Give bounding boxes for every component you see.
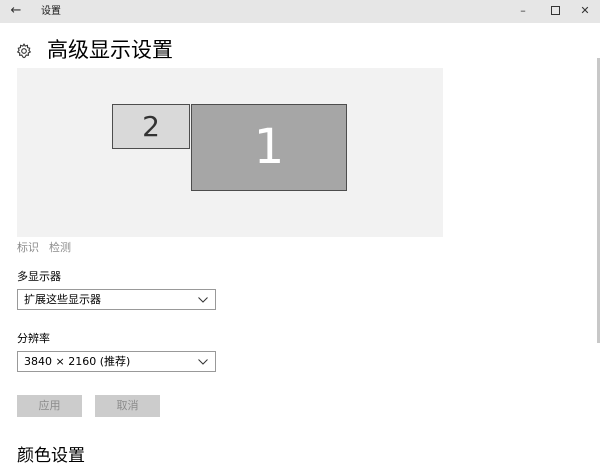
multi-display-value: 扩展这些显示器 <box>24 293 101 306</box>
back-arrow-icon[interactable]: ← <box>6 3 26 19</box>
color-settings-heading: 颜色设置 <box>17 446 85 466</box>
close-button[interactable]: ✕ <box>570 0 600 23</box>
identify-link[interactable]: 标识 <box>17 241 39 254</box>
display-actions: 标识 检测 <box>17 241 81 255</box>
detect-link[interactable]: 检测 <box>49 241 71 254</box>
apply-button[interactable]: 应用 <box>17 395 82 417</box>
cancel-button[interactable]: 取消 <box>95 395 160 417</box>
multi-display-label: 多显示器 <box>17 270 61 283</box>
monitor-2[interactable]: 2 <box>112 104 190 149</box>
window-title: 设置 <box>41 6 61 17</box>
minimize-button[interactable]: – <box>508 0 538 23</box>
title-bar: ← 设置 – ✕ <box>0 0 600 23</box>
monitor-1[interactable]: 1 <box>191 104 347 191</box>
resolution-select[interactable]: 3840 × 2160 (推荐) <box>17 351 216 372</box>
maximize-button[interactable] <box>540 0 570 23</box>
maximize-icon <box>550 5 560 15</box>
page-title: 高级显示设置 <box>47 38 173 62</box>
resolution-label: 分辨率 <box>17 332 50 345</box>
chevron-down-icon <box>198 359 208 365</box>
gear-icon <box>16 43 32 59</box>
resolution-value: 3840 × 2160 (推荐) <box>24 355 131 368</box>
multi-display-select[interactable]: 扩展这些显示器 <box>17 289 216 310</box>
chevron-down-icon <box>198 297 208 303</box>
display-arrangement-area: 2 1 <box>17 68 443 237</box>
